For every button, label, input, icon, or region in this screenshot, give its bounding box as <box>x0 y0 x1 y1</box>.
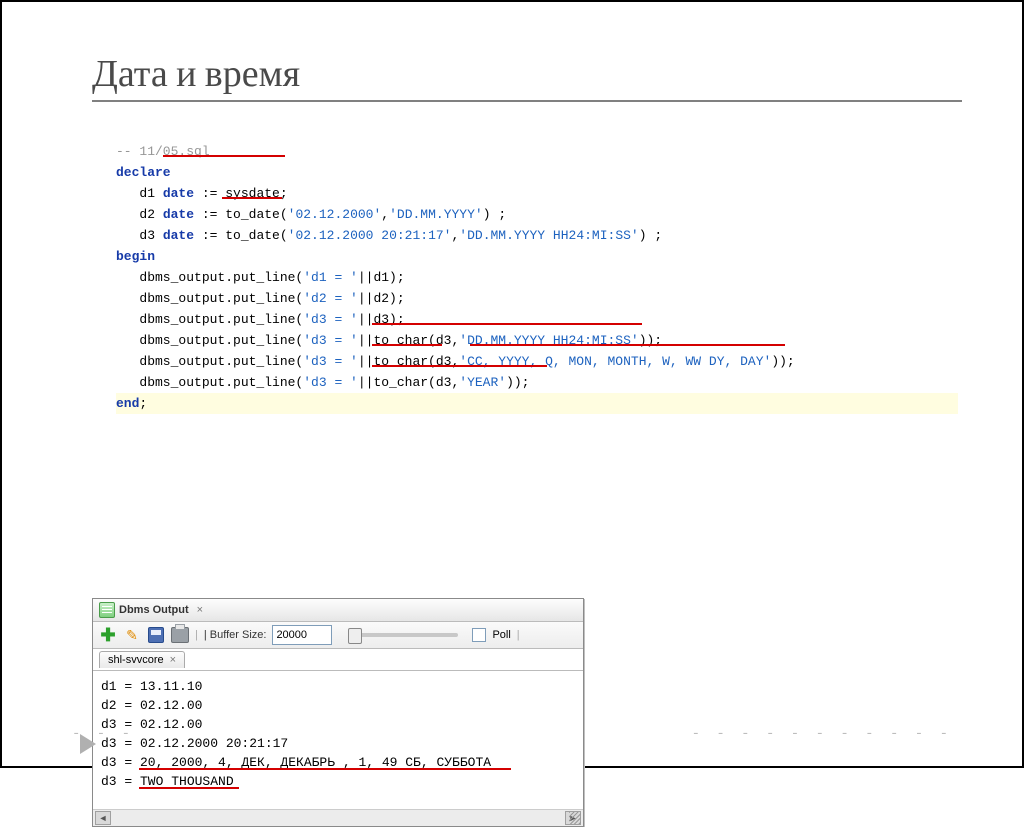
close-icon[interactable]: × <box>197 604 203 616</box>
output-titlebar: Dbms Output × <box>93 599 583 622</box>
add-icon[interactable]: ✚ <box>99 626 117 644</box>
slide-title: Дата и время <box>92 52 962 96</box>
output-line: d1 = 13.11.10 <box>101 679 202 694</box>
scroll-left-icon[interactable]: ◄ <box>95 811 111 825</box>
buffer-size-label: | Buffer Size: <box>204 629 267 641</box>
output-toolbar: ✚ ✎ | | Buffer Size: Poll | <box>93 622 583 649</box>
print-icon[interactable] <box>171 626 189 644</box>
dbms-output-window: Dbms Output × ✚ ✎ | | Buffer Size: Poll … <box>92 598 584 827</box>
resize-grip-icon[interactable] <box>569 812 581 824</box>
kw-declare: declare <box>116 165 171 180</box>
toolbar-separator: | <box>195 629 198 641</box>
red-underline <box>372 344 442 346</box>
toolbar-separator: | <box>517 629 520 641</box>
red-underline <box>372 323 642 325</box>
red-underline <box>139 768 511 770</box>
slide: Дата и время -- 11/05.sql declare d1 dat… <box>0 0 1024 768</box>
edit-icon[interactable]: ✎ <box>123 626 141 644</box>
poll-label: Poll <box>492 629 510 641</box>
kw-begin: begin <box>116 249 155 264</box>
red-underline <box>222 197 282 199</box>
dash-right: - - - - - - - - - - - <box>692 726 952 742</box>
poll-checkbox[interactable] <box>472 628 486 642</box>
kw-end: end <box>116 396 139 411</box>
red-underline <box>372 365 547 367</box>
buffer-size-input[interactable] <box>272 625 332 645</box>
output-tab[interactable]: shl-svvcore × <box>99 651 185 668</box>
output-line: d2 = 02.12.00 <box>101 698 202 713</box>
output-title-text: Dbms Output <box>119 604 189 616</box>
footer-dashes: - - - - - - - - - - - - - - <box>72 726 952 742</box>
red-underline <box>139 787 239 789</box>
nav-arrow-icon[interactable] <box>80 734 96 754</box>
close-icon[interactable]: × <box>170 654 176 666</box>
output-scrollbar[interactable]: ◄ ► <box>93 809 583 826</box>
title-rule <box>92 100 962 102</box>
save-icon[interactable] <box>147 626 165 644</box>
output-tabbar: shl-svvcore × <box>93 649 583 671</box>
output-icon <box>99 602 115 618</box>
code-block: -- 11/05.sql declare d1 date := sysdate;… <box>92 116 962 586</box>
poll-slider[interactable] <box>348 633 458 637</box>
red-underline <box>163 155 285 157</box>
output-tab-label: shl-svvcore <box>108 654 164 666</box>
red-underline <box>470 344 785 346</box>
